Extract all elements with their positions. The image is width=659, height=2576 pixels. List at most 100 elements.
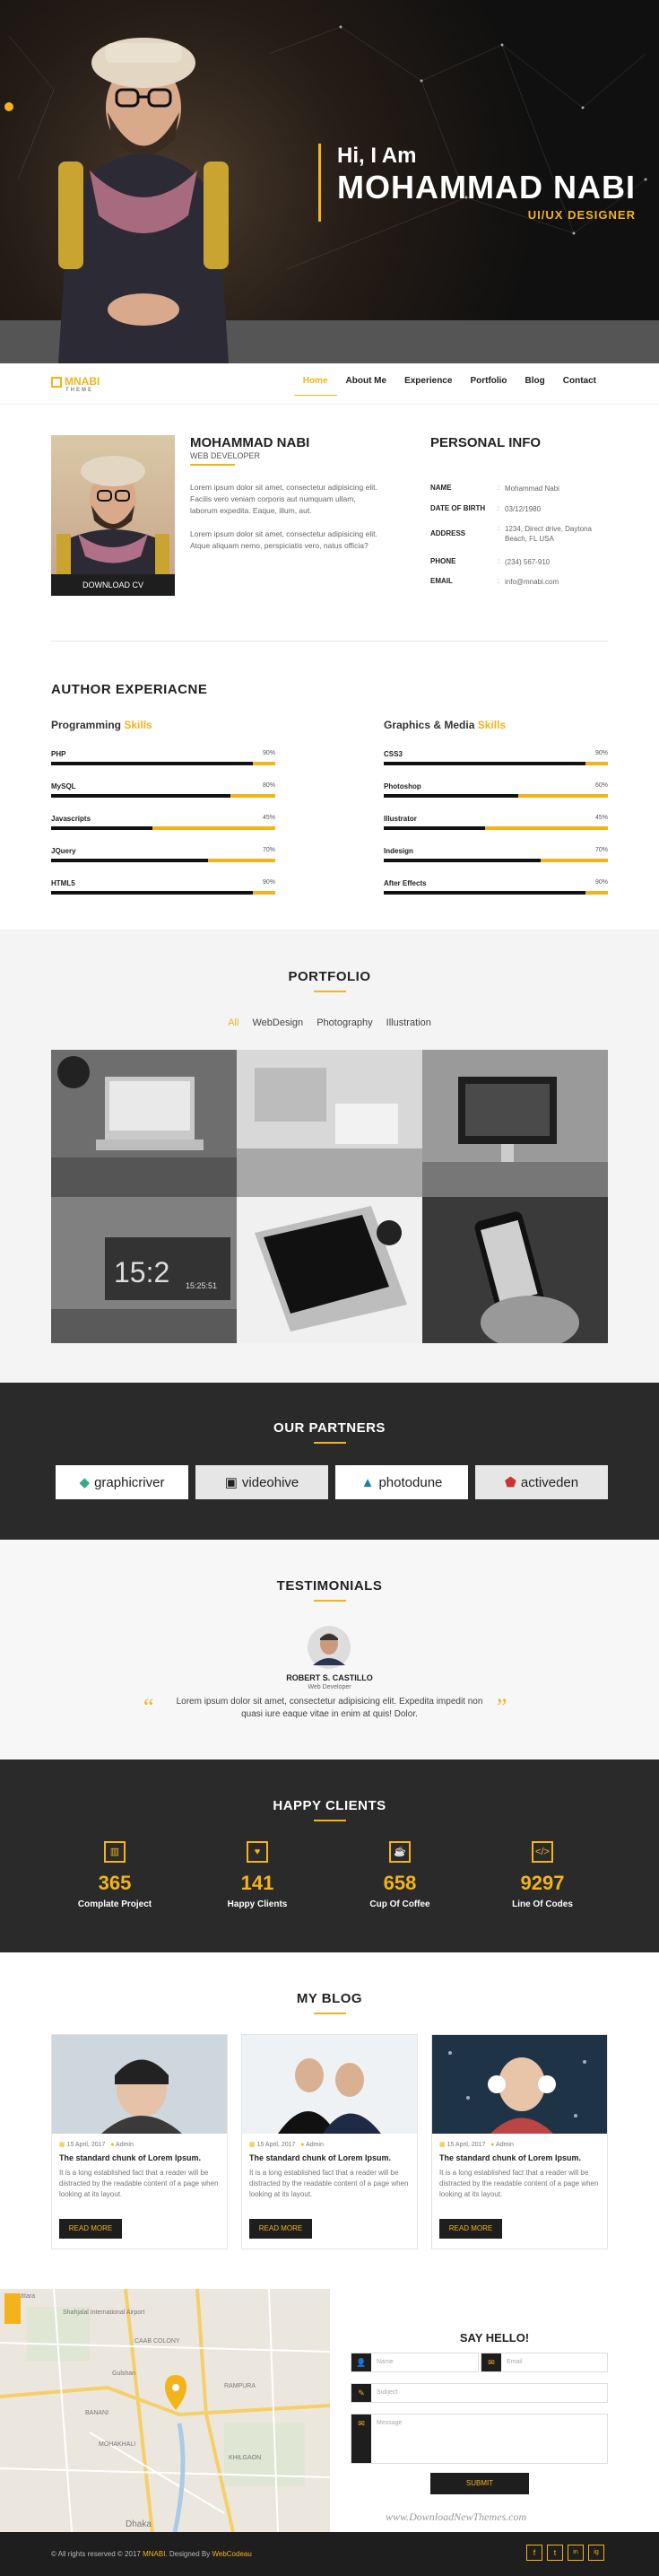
blog-card-desc: It is a long established fact that a rea… <box>249 2169 409 2198</box>
activeden-icon: ⬟ <box>504 1475 516 1490</box>
blog-card: ▦ 15 April, 2017 ● Admin The standard ch… <box>431 2034 608 2249</box>
linkedin-icon[interactable]: in <box>568 2545 584 2561</box>
nav-link-portfolio[interactable]: Portfolio <box>461 376 516 396</box>
close-quote-icon: ” <box>497 1694 507 1720</box>
subject-field[interactable]: ✎ Subject <box>351 2383 608 2403</box>
footer-designer[interactable]: WebCodeau <box>212 2550 251 2558</box>
partner-logo-photodune[interactable]: ▲ photodune <box>335 1465 468 1499</box>
email-field[interactable]: ✉ Email <box>481 2353 608 2372</box>
name-placeholder: Name <box>377 2359 394 2365</box>
blog-card-title[interactable]: The standard chunk of Lorem Ipsum. <box>439 2153 600 2162</box>
nav-link-home[interactable]: Home <box>293 376 337 396</box>
submit-button[interactable]: SUBMIT <box>430 2473 529 2494</box>
stat-label: Complate Project <box>77 1899 152 1909</box>
download-cv-button[interactable]: DOWNLOAD CV <box>51 574 175 596</box>
about-paragraph-1: Lorem ipsum dolor sit amet, consectetur … <box>190 483 377 515</box>
stat-label: Happy Clients <box>227 1899 288 1909</box>
info-label: EMAIL <box>430 577 453 585</box>
portfolio-item[interactable] <box>422 1050 608 1197</box>
info-colon: : <box>498 557 500 565</box>
logo-text: MNABI <box>65 375 100 388</box>
blog-card-desc: It is a long established fact that a rea… <box>59 2169 219 2198</box>
skills-heading-highlight: Skills <box>124 719 152 731</box>
blog-card-title[interactable]: The standard chunk of Lorem Ipsum. <box>249 2153 410 2162</box>
read-more-button[interactable]: READ MORE <box>439 2219 502 2239</box>
skill-bar: Photoshop 60% <box>384 782 608 800</box>
site-logo[interactable]: MNABI THEME <box>51 375 100 393</box>
testimonial-avatar <box>308 1626 351 1669</box>
nav-link-contact[interactable]: Contact <box>554 376 605 396</box>
blog-author[interactable]: Admin <box>306 2142 324 2148</box>
portfolio-item[interactable] <box>51 1050 237 1197</box>
stat-number: 9297 <box>520 1872 565 1894</box>
about-underline <box>190 464 235 466</box>
name-field[interactable]: 👤 Name <box>351 2353 479 2372</box>
portfolio-item[interactable] <box>237 1196 422 1343</box>
filter-all[interactable]: All <box>228 1017 238 1028</box>
testimonial-quote: Lorem ipsum dolor sit amet, consectetur … <box>176 1697 483 1719</box>
skill-name: Illustrator <box>384 815 417 823</box>
pencil-icon: ✎ <box>351 2384 371 2402</box>
location-map[interactable]: Shahjalal International Airport CAAB COL… <box>0 2289 330 2532</box>
calendar-icon: ▦ <box>439 2142 446 2148</box>
skill-name: PHP <box>51 750 66 758</box>
skill-track <box>51 891 275 895</box>
clock-desk-photo: 15:2 15:25:51 <box>51 1196 237 1343</box>
map-zoom-control[interactable] <box>4 2293 21 2324</box>
stat-label: Cup Of Coffee <box>369 1899 430 1909</box>
map-label: Dhaka <box>126 2519 152 2529</box>
nav-link-blog[interactable]: Blog <box>516 376 554 396</box>
skill-bar: Indesign 70% <box>384 847 608 865</box>
blog-card-image[interactable] <box>242 2035 417 2134</box>
blog-author[interactable]: Admin <box>496 2142 514 2148</box>
twitter-icon[interactable]: t <box>547 2545 563 2561</box>
partner-logo-videohive[interactable]: ▣ videohive <box>195 1465 328 1499</box>
blog-author[interactable]: Admin <box>116 2142 134 2148</box>
footer-brand[interactable]: MNABI <box>143 2550 165 2558</box>
filter-webdesign[interactable]: WebDesign <box>252 1017 303 1028</box>
nav-link-about[interactable]: About Me <box>337 376 396 396</box>
portfolio-grid: 15:2 15:25:51 <box>51 1050 608 1343</box>
logo-subtext: THEME <box>65 388 93 393</box>
happy-clients-title: HAPPY CLIENTS <box>0 1798 659 1821</box>
skill-track <box>384 762 608 765</box>
portfolio-item[interactable] <box>237 1050 422 1197</box>
nav-link-experience[interactable]: Experience <box>395 376 461 396</box>
portfolio-item[interactable] <box>422 1196 608 1343</box>
phone-hand-photo <box>422 1196 608 1343</box>
user-icon: 👤 <box>351 2353 371 2371</box>
hero-text-block: Hi, I Am MOHAMMAD NABI UI/UX DESIGNER <box>318 144 636 222</box>
stat-code: </> 9297 Line Of Codes <box>489 1841 596 1909</box>
email-placeholder: Email <box>507 2359 523 2365</box>
partner-logo-activeden[interactable]: ⬟ activeden <box>475 1465 608 1499</box>
map-label: MOHAKHALI <box>99 2441 135 2448</box>
read-more-button[interactable]: READ MORE <box>249 2219 312 2239</box>
map-label: BANANI <box>85 2410 108 2416</box>
chart-icon: ▥ <box>104 1841 126 1863</box>
blog-card-meta: ▦ 15 April, 2017 ● Admin <box>249 2141 410 2148</box>
partner-logo-graphicriver[interactable]: ◆ graphicriver <box>56 1465 188 1499</box>
facebook-icon[interactable]: f <box>526 2545 542 2561</box>
map-label: CAAB COLONY <box>134 2338 180 2345</box>
main-navbar: MNABI THEME Home About Me Experience Port… <box>0 363 659 405</box>
hero-greeting: Hi, I Am <box>337 144 417 168</box>
instagram-icon[interactable]: ig <box>588 2545 604 2561</box>
partner-logo-text: videohive <box>241 1474 299 1490</box>
blog-card: ▦ 15 April, 2017 ● Admin The standard ch… <box>241 2034 418 2249</box>
blog-card-image[interactable] <box>432 2035 607 2134</box>
read-more-button[interactable]: READ MORE <box>59 2219 122 2239</box>
page: Hi, I Am MOHAMMAD NABI UI/UX DESIGNER MN… <box>0 0 659 2576</box>
filter-illustration[interactable]: Illustration <box>386 1017 431 1028</box>
info-label: ADDRESS <box>430 529 466 537</box>
info-value: (234) 567-910 <box>505 558 551 566</box>
skill-percent: 70% <box>262 847 275 853</box>
blog-card-title[interactable]: The standard chunk of Lorem Ipsum. <box>59 2153 220 2162</box>
map-label: Shahjalal International Airport <box>63 2310 145 2316</box>
info-row-email: EMAIL: info@mnabi.com <box>430 577 610 587</box>
skill-fill <box>51 762 253 765</box>
blog-card-image[interactable] <box>52 2035 227 2134</box>
filter-photography[interactable]: Photography <box>316 1017 372 1028</box>
portfolio-item[interactable]: 15:2 15:25:51 <box>51 1196 237 1343</box>
message-field[interactable]: ✉ Message <box>351 2414 608 2464</box>
stat-number: 658 <box>383 1872 417 1894</box>
